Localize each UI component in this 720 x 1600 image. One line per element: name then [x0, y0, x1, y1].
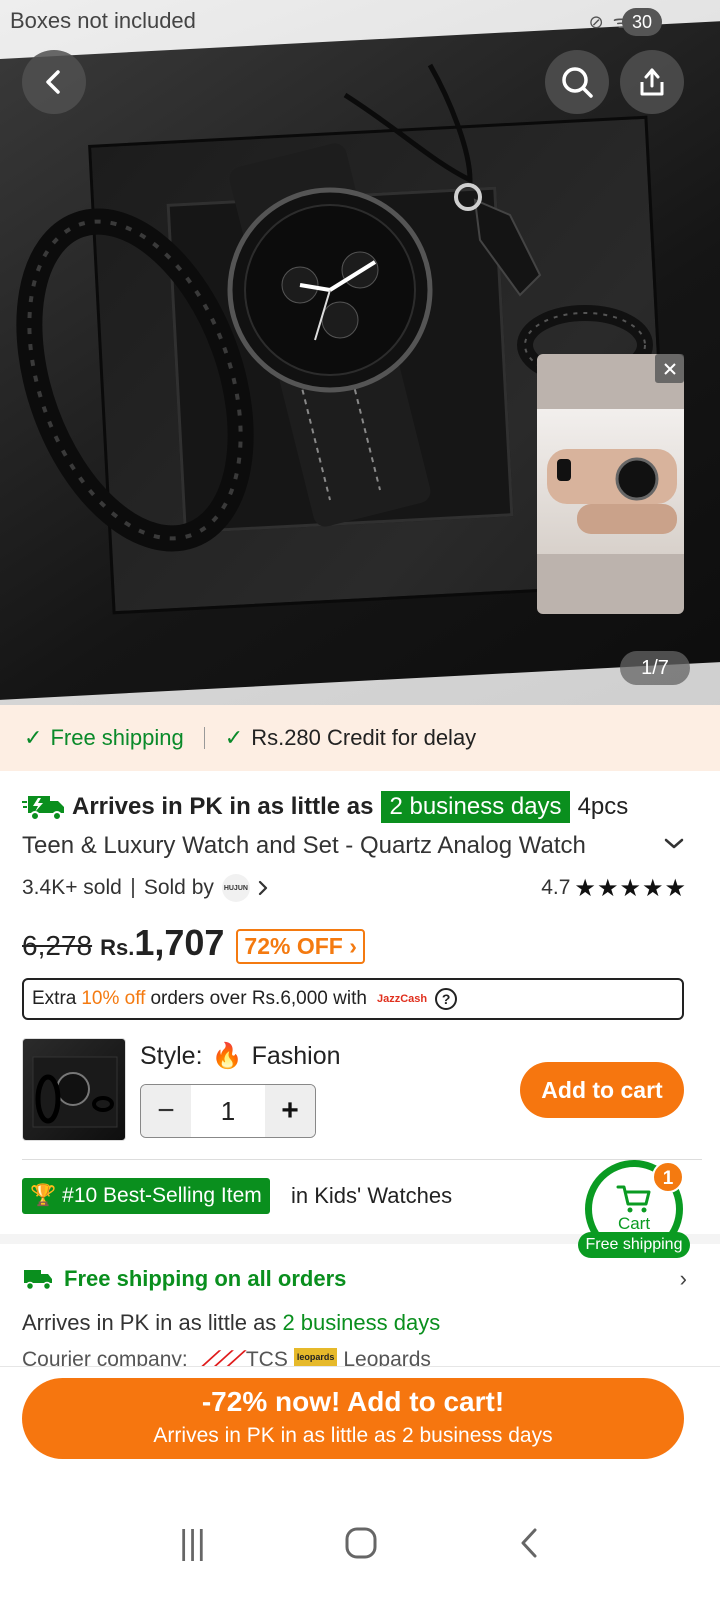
cta-headline: -72% now! Add to cart!	[201, 1386, 505, 1417]
original-price: 6,278	[22, 930, 93, 961]
shipping-strip[interactable]: ✓ Free shipping ✓ Rs.280 Credit for dela…	[0, 705, 720, 771]
fast-truck-icon	[22, 796, 64, 821]
current-price: 1,707	[134, 922, 225, 963]
back-button[interactable]	[22, 50, 86, 114]
chevron-left-icon	[46, 70, 60, 94]
best-seller-category[interactable]: in Kids' Watches	[291, 1183, 452, 1209]
check-icon: ✓	[24, 725, 43, 750]
chevron-right-icon: ›	[679, 1266, 687, 1291]
courier-tcs: TCS	[245, 1348, 288, 1366]
arrival-days: 2 business days	[282, 1310, 441, 1335]
arrival-prefix: Arrives in PK in as little as	[22, 1310, 277, 1335]
increase-quantity-button[interactable]: +	[265, 1085, 315, 1137]
free-shipping-label: Free shipping	[50, 725, 184, 750]
truck-icon	[24, 1270, 52, 1291]
video-preview-image	[537, 409, 684, 554]
cta-subline: Arrives in PK in as little as 2 business…	[153, 1424, 553, 1447]
arrives-prefix: Arrives in PK in as little as	[72, 793, 374, 820]
system-nav-bar: |||	[0, 1486, 720, 1600]
star-icons: ★★★★★	[574, 874, 687, 902]
quantity-stepper: − 1 +	[140, 1084, 316, 1138]
free-shipping-heading: Free shipping on all orders	[64, 1266, 347, 1291]
cart-free-shipping-tag: Free shipping	[578, 1232, 690, 1258]
discount-badge[interactable]: 72% OFF ›	[236, 928, 365, 964]
home-icon[interactable]	[344, 1526, 378, 1560]
courier-row: Courier company: ⟋⟋⟋ TCS leopards Leopar…	[22, 1348, 431, 1366]
courier-label: Courier company:	[22, 1348, 188, 1366]
rating[interactable]: 4.7 ★★★★★	[541, 874, 687, 903]
courier-leopards: Leopards	[343, 1348, 431, 1366]
tcs-logo: ⟋⟋⟋	[201, 1348, 242, 1366]
price-row: 6,278 Rs. 1,707 72% OFF ›	[22, 922, 365, 970]
free-shipping-row[interactable]: Free shipping on all orders ›	[22, 1262, 687, 1296]
decrease-quantity-button[interactable]: −	[141, 1085, 191, 1137]
divider	[131, 878, 134, 898]
discount-label: 72% OFF	[244, 932, 343, 959]
business-days-badge: 2 business days	[381, 791, 570, 823]
trophy-icon: 🏆	[30, 1184, 57, 1207]
sold-by-link[interactable]: Sold by	[144, 876, 214, 900]
arrival-estimate: Arrives in PK in as little as 2 business…	[22, 1310, 440, 1336]
cart-label: Cart	[617, 1214, 651, 1233]
rating-value: 4.7	[541, 876, 571, 899]
cart-count-badge: 1	[652, 1161, 684, 1193]
payment-promo-banner[interactable]: Extra 10% off orders over Rs.6,000 with …	[22, 978, 684, 1020]
promo-highlight: 10% off	[81, 988, 146, 1009]
search-button[interactable]	[545, 50, 609, 114]
add-to-cart-cta-button[interactable]: -72% now! Add to cart! Arrives in PK in …	[22, 1378, 684, 1459]
share-button[interactable]	[620, 50, 684, 114]
video-preview[interactable]	[537, 354, 684, 614]
watch-set-thumbnail	[32, 1056, 118, 1128]
sold-count: 3.4K+ sold	[22, 876, 122, 899]
product-name: Teen & Luxury Watch and Set - Quartz Ana…	[22, 832, 586, 859]
promo-prefix: Extra	[32, 988, 77, 1009]
title-line-1: Arrives in PK in as little as 2 business…	[22, 788, 672, 826]
quantity-value[interactable]: 1	[191, 1096, 265, 1127]
jazzcash-logo: JazzCash	[376, 993, 428, 1005]
sales-info-row: 3.4K+ sold Sold by HUJUN 4.7 ★★★★★	[22, 873, 687, 903]
help-icon[interactable]: ?	[435, 988, 458, 1010]
leopards-logo: leopards	[293, 1348, 338, 1366]
bottom-cta-bar: -72% now! Add to cart! Arrives in PK in …	[0, 1366, 720, 1486]
product-page: Boxes not included ⊘ ᯤ ▮▮ 30 1/7	[0, 0, 720, 1600]
close-icon	[663, 362, 676, 375]
chevron-right-icon[interactable]	[256, 879, 270, 897]
best-seller-badge[interactable]: 🏆 #10 Best-Selling Item	[22, 1178, 270, 1214]
chevron-down-icon[interactable]	[662, 832, 686, 856]
pieces-count: 4pcs	[577, 793, 629, 820]
divider	[203, 727, 205, 749]
search-icon	[562, 67, 593, 98]
style-value: Fashion	[251, 1042, 341, 1070]
currency-label: Rs.	[100, 935, 135, 960]
style-key: Style:	[140, 1042, 203, 1070]
section-divider	[22, 1159, 702, 1160]
share-icon	[640, 68, 664, 96]
best-seller-label: #10 Best-Selling Item	[62, 1184, 262, 1207]
battery-indicator: 30	[622, 8, 662, 36]
recent-apps-icon[interactable]: |||	[179, 1524, 206, 1563]
system-back-icon[interactable]	[517, 1526, 541, 1560]
add-to-cart-button[interactable]: Add to cart	[520, 1062, 684, 1118]
image-counter: 1/7	[620, 651, 690, 685]
style-label: Style: 🔥 Fashion	[140, 1042, 341, 1071]
promo-suffix: orders over Rs.6,000 with	[150, 988, 367, 1009]
check-icon: ✓	[224, 725, 244, 750]
fire-icon: 🔥	[211, 1042, 243, 1070]
product-title: Arrives in PK in as little as 2 business…	[22, 788, 672, 866]
status-overlay-text: Boxes not included	[10, 8, 196, 33]
video-close-button[interactable]	[655, 354, 684, 383]
product-image[interactable]: Boxes not included ⊘ ᯤ ▮▮ 30 1/7	[0, 0, 720, 720]
delay-credit-label: Rs.280 Credit for delay	[251, 725, 477, 750]
cart-icon	[616, 1185, 651, 1213]
style-thumbnail[interactable]	[22, 1038, 126, 1141]
seller-logo[interactable]: HUJUN	[221, 874, 250, 902]
wrist-watch-image	[547, 449, 677, 534]
